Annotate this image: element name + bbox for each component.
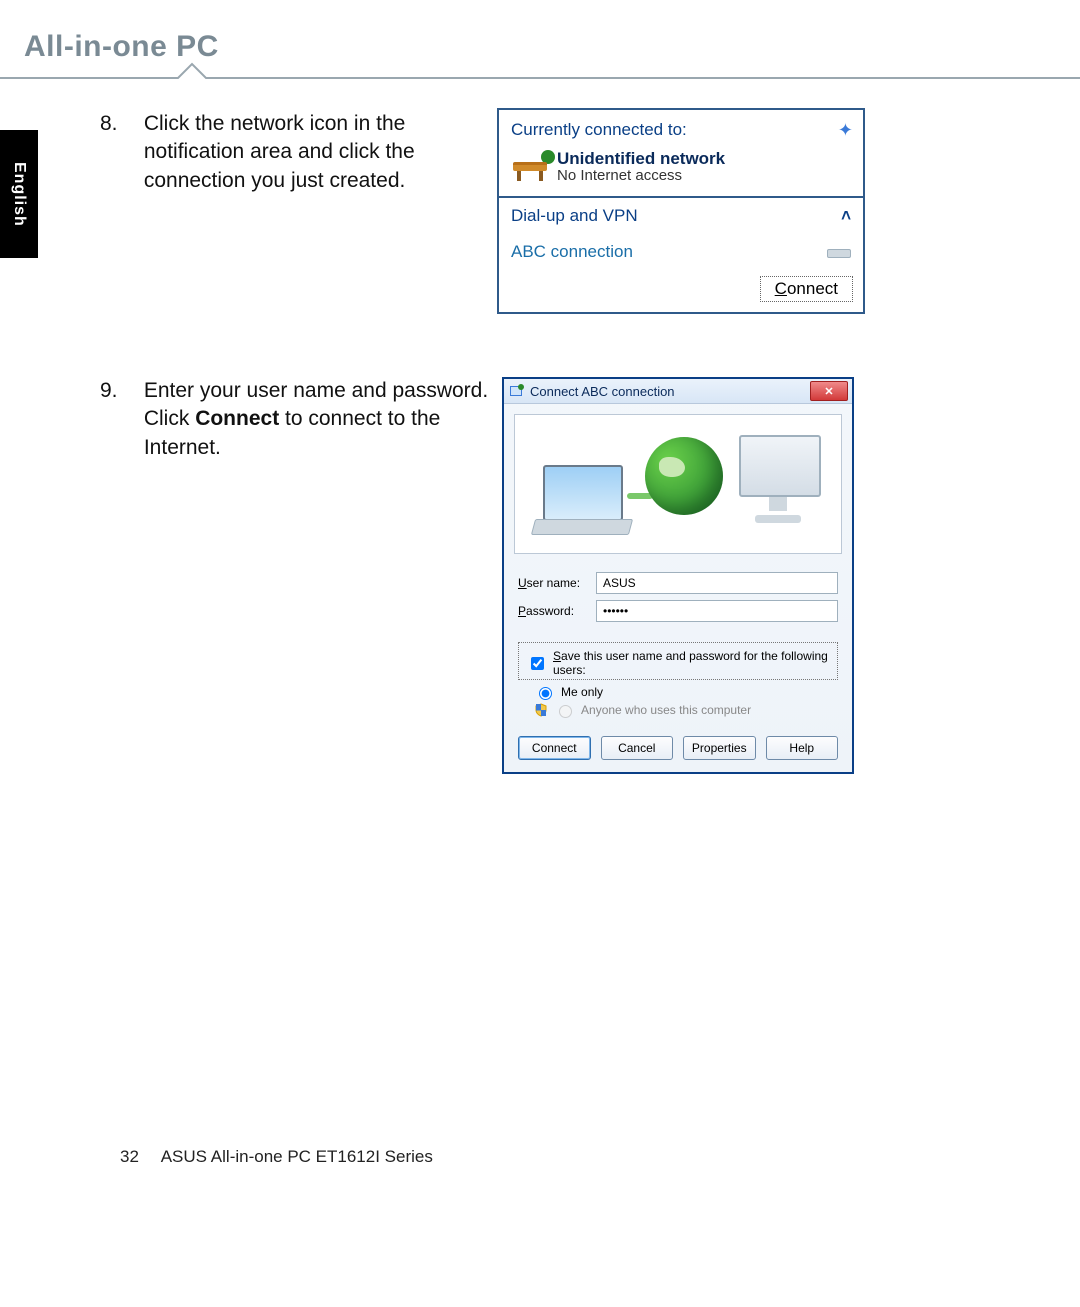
connect-rest: onnect — [787, 279, 838, 298]
dialog-cancel-button[interactable]: Cancel — [601, 736, 674, 760]
step-text: Click the network icon in the notificati… — [144, 110, 494, 195]
section-label: Dial-up and VPN — [511, 206, 638, 226]
step-8: 8. Click the network icon in the notific… — [100, 110, 494, 195]
dialog-connect-button[interactable]: Connect — [518, 736, 591, 760]
dialog-title: Connect ABC connection — [530, 384, 675, 399]
password-label: Password: — [518, 604, 596, 618]
radio-me-only-input[interactable] — [539, 687, 552, 700]
page-number: 32 — [120, 1147, 139, 1166]
connect-accel: C — [775, 279, 787, 298]
network-flyout: ✦ Currently connected to: Unidentified n… — [497, 108, 865, 314]
close-button[interactable]: ✕ — [810, 381, 848, 401]
flyout-section-header[interactable]: Dial-up and VPN ˄ — [499, 198, 863, 234]
dialog-properties-button[interactable]: Properties — [683, 736, 756, 760]
page-title: All-in-one PC — [24, 30, 219, 64]
header-rule — [0, 60, 1080, 84]
dialog-titlebar: Connect ABC connection ✕ — [504, 379, 852, 404]
step-9: 9. Enter your user name and password. Cl… — [100, 377, 494, 462]
laptop-icon — [533, 465, 629, 535]
save-credentials-input[interactable] — [531, 657, 544, 670]
connect-dialog: Connect ABC connection ✕ User name: Pass… — [502, 377, 854, 774]
connection-item[interactable]: ABC connection — [499, 234, 863, 270]
dialog-app-icon — [510, 384, 524, 398]
step-text-bold: Connect — [195, 407, 279, 430]
password-input[interactable] — [596, 600, 838, 622]
username-input[interactable] — [596, 572, 838, 594]
modem-icon — [825, 245, 851, 259]
radio-anyone[interactable]: Anyone who uses this computer — [534, 702, 838, 718]
step-number: 9. — [100, 377, 138, 405]
radio-anyone-input[interactable] — [559, 705, 572, 718]
connect-button[interactable]: Connect — [760, 276, 853, 302]
save-credentials-checkbox[interactable]: Save this user name and password for the… — [527, 649, 829, 677]
dialog-illustration — [514, 414, 842, 554]
network-name: Unidentified network — [557, 149, 725, 169]
radio-me-only[interactable]: Me only — [534, 684, 838, 700]
footer-product: ASUS All-in-one PC ET1612I Series — [161, 1147, 433, 1166]
page-footer: 32 ASUS All-in-one PC ET1612I Series — [120, 1147, 433, 1167]
flyout-title: Currently connected to: — [511, 120, 851, 140]
language-label: English — [10, 162, 28, 227]
chevron-up-icon: ˄ — [841, 206, 851, 226]
dialog-help-button[interactable]: Help — [766, 736, 839, 760]
monitor-icon — [733, 435, 823, 523]
globe-icon — [645, 437, 723, 515]
bench-icon — [511, 148, 557, 184]
username-label: User name: — [518, 576, 596, 590]
connection-label: ABC connection — [511, 242, 633, 262]
step-number: 8. — [100, 110, 138, 138]
network-status: No Internet access — [557, 167, 725, 184]
step-text: Enter your user name and password. Click… — [144, 377, 494, 462]
shield-icon — [534, 703, 548, 717]
save-credentials-group: Save this user name and password for the… — [518, 642, 838, 680]
language-tab: English — [0, 130, 38, 258]
network-flyout-icon: ✦ — [838, 120, 853, 141]
